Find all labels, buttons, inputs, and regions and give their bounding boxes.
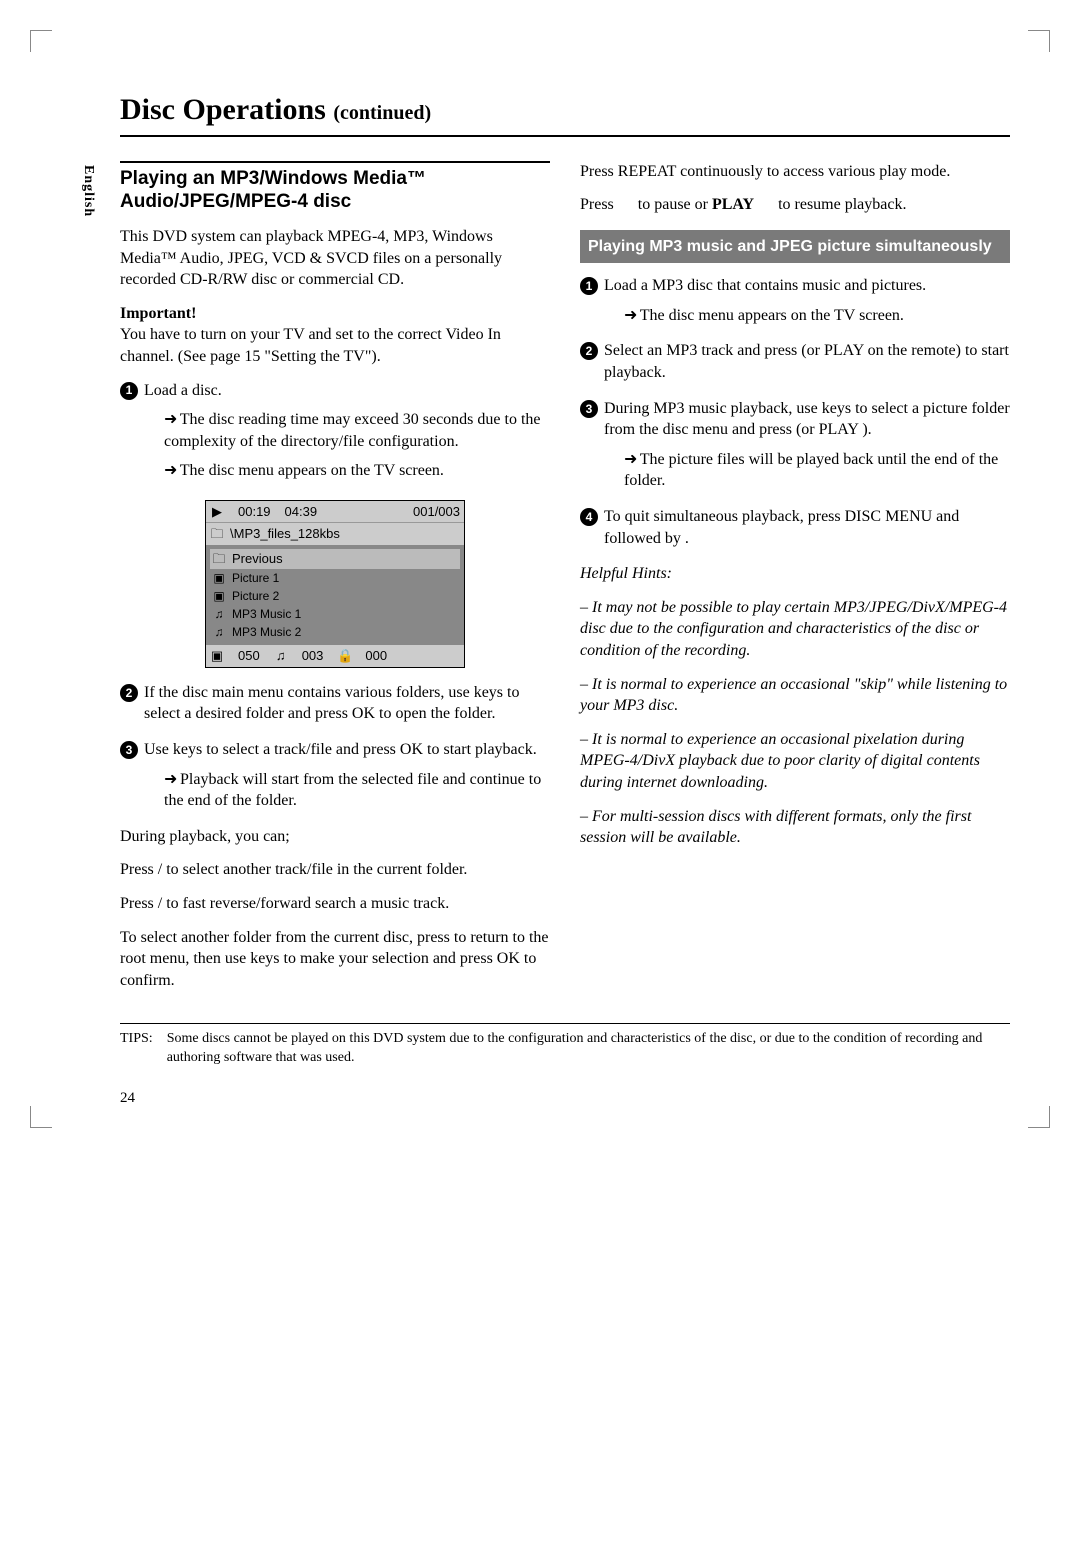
- picture-icon: ▣: [212, 570, 226, 586]
- hint-2: – It is normal to experience an occasion…: [580, 674, 1010, 717]
- r-step1-b: ➜ The disc menu appears on the TV screen…: [604, 305, 1010, 327]
- folder-icon: 🗀: [212, 550, 226, 568]
- tips-label: TIPS:: [120, 1030, 153, 1068]
- disc-menu-path-row: 🗀 \MP3_files_128kbs: [206, 522, 464, 545]
- page-title-main: Disc Operations: [120, 93, 326, 126]
- step3-b: ➜ Playback will start from the selected …: [144, 769, 550, 812]
- disc-menu-item: ▣ Picture 1: [210, 569, 460, 587]
- left-column: Playing an MP3/Windows Media™ Audio/JPEG…: [120, 161, 550, 1004]
- repeat-text: Press REPEAT continuously to access vari…: [580, 161, 1010, 183]
- track-count: 001/003: [413, 503, 460, 521]
- disc-menu-body: 🗀 Previous ▣ Picture 1 ▣ Picture 2 ♫ MP3…: [206, 545, 464, 645]
- picture-icon: ▣: [212, 588, 226, 604]
- hint-4: – For multi-session discs with different…: [580, 806, 1010, 849]
- step-badge-icon: 4: [580, 508, 598, 526]
- step-badge-icon: 3: [120, 741, 138, 759]
- hint-1: – It may not be possible to play certain…: [580, 597, 1010, 662]
- during-1: Press / to select another track/file in …: [120, 859, 550, 881]
- music-icon: ♫: [274, 647, 288, 665]
- step-badge-icon: 3: [580, 400, 598, 418]
- music-icon: ♫: [212, 624, 226, 640]
- step-3: 3 Use keys to select a track/file and pr…: [120, 739, 550, 820]
- disc-menu-item: ♫ MP3 Music 1: [210, 605, 460, 623]
- crop-mark: [30, 30, 52, 52]
- r-step3-a: During MP3 music playback, use keys to s…: [604, 398, 1010, 441]
- lock-icon: 🔒: [337, 647, 351, 665]
- step1-c: ➜ The disc menu appears on the TV screen…: [144, 460, 550, 482]
- disc-menu-header: ▶ 00:19 04:39 001/003: [206, 501, 464, 523]
- during-2: Press / to fast reverse/forward search a…: [120, 893, 550, 915]
- play-icon: ▶: [210, 503, 224, 521]
- disc-menu-previous: 🗀 Previous: [210, 549, 460, 569]
- step-badge-icon: 2: [120, 684, 138, 702]
- disc-menu-footer: ▣ 050 ♫ 003 🔒 000: [206, 645, 464, 667]
- r-step-2: 2 Select an MP3 track and press (or PLAY…: [580, 340, 1010, 391]
- important-text: You have to turn on your TV and set to t…: [120, 326, 501, 365]
- time-total: 04:39: [285, 503, 318, 521]
- disc-menu-path: \MP3_files_128kbs: [230, 525, 340, 543]
- folder-icon: 🗀: [210, 525, 224, 543]
- crop-mark: [1028, 30, 1050, 52]
- disc-menu-figure: ▶ 00:19 04:39 001/003 🗀 \MP3_files_128kb…: [205, 500, 465, 668]
- page-title: Disc Operations (continued): [120, 90, 1010, 137]
- r-step3-b: ➜ The picture files will be played back …: [604, 449, 1010, 492]
- important-label: Important!: [120, 305, 196, 322]
- sub-heading: Playing MP3 music and JPEG picture simul…: [580, 230, 1010, 264]
- step-badge-icon: 2: [580, 342, 598, 360]
- step1-a: Load a disc.: [144, 380, 550, 402]
- step2-text: If the disc main menu contains various f…: [144, 682, 550, 725]
- step1-b: ➜ The disc reading time may exceed 30 se…: [144, 409, 550, 452]
- intro-paragraph: This DVD system can playback MPEG-4, MP3…: [120, 226, 550, 291]
- during-3: To select another folder from the curren…: [120, 927, 550, 992]
- step3-a: Use keys to select a track/file and pres…: [144, 739, 550, 761]
- pause-text: Press to pause or PLAY to resume playbac…: [580, 194, 1010, 216]
- hints-label: Helpful Hints:: [580, 563, 1010, 585]
- important-block: Important! You have to turn on your TV a…: [120, 303, 550, 368]
- r-step-3: 3 During MP3 music playback, use keys to…: [580, 398, 1010, 500]
- step-badge-icon: 1: [120, 382, 138, 400]
- hint-3: – It is normal to experience an occasion…: [580, 729, 1010, 794]
- page-title-continued: (continued): [333, 102, 431, 124]
- step-2: 2 If the disc main menu contains various…: [120, 682, 550, 733]
- page-number: 24: [120, 1088, 1010, 1108]
- tips-footer: TIPS: Some discs cannot be played on thi…: [120, 1023, 1010, 1068]
- time-elapsed: 00:19: [238, 503, 271, 521]
- picture-icon: ▣: [210, 647, 224, 665]
- step-1: 1 Load a disc. ➜ The disc reading time m…: [120, 380, 550, 490]
- during-intro: During playback, you can;: [120, 826, 550, 848]
- r-step2: Select an MP3 track and press (or PLAY o…: [604, 340, 1010, 383]
- language-tab: English: [78, 165, 97, 217]
- right-column: Press REPEAT continuously to access vari…: [580, 161, 1010, 1004]
- section-heading: Playing an MP3/Windows Media™ Audio/JPEG…: [120, 161, 550, 215]
- tips-text: Some discs cannot be played on this DVD …: [167, 1030, 1010, 1068]
- crop-mark: [30, 1106, 52, 1128]
- crop-mark: [1028, 1106, 1050, 1128]
- disc-menu-item: ♫ MP3 Music 2: [210, 623, 460, 641]
- music-icon: ♫: [212, 606, 226, 622]
- step-badge-icon: 1: [580, 277, 598, 295]
- r-step-4: 4 To quit simultaneous playback, press D…: [580, 506, 1010, 557]
- r-step4: To quit simultaneous playback, press DIS…: [604, 506, 1010, 549]
- r-step1-a: Load a MP3 disc that contains music and …: [604, 275, 1010, 297]
- disc-menu-item: ▣ Picture 2: [210, 587, 460, 605]
- r-step-1: 1 Load a MP3 disc that contains music an…: [580, 275, 1010, 334]
